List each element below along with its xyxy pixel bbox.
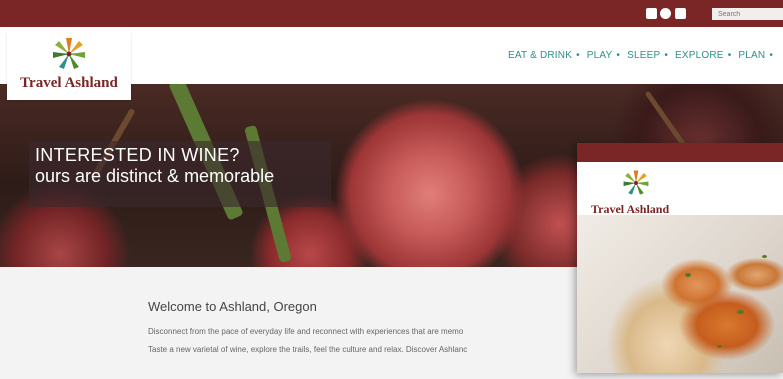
herb-garnish — [717, 345, 722, 348]
nav-item-explore[interactable]: EXPLORE — [675, 50, 724, 61]
hero-heading: INTERESTED IN WINE? — [35, 145, 240, 165]
nav-item-plan[interactable]: PLAN — [738, 50, 765, 61]
nav-item-play[interactable]: PLAY — [587, 50, 613, 61]
mobile-preview: Travel Ashland — [577, 143, 783, 373]
site-logo[interactable]: Travel Ashland — [7, 32, 131, 100]
intro-heading: Welcome to Ashland, Oregon — [148, 299, 317, 314]
main-nav: EAT & DRINK • PLAY • SLEEP • EXPLORE • PLAN • — [508, 50, 777, 61]
nav-separator: • — [769, 50, 774, 61]
nav-separator: • — [664, 50, 669, 61]
nav-separator: • — [616, 50, 621, 61]
herb-garnish — [737, 310, 744, 314]
starburst-logo-icon — [623, 170, 649, 195]
intro-paragraph-line: Disconnect from the pace of everyday lif… — [148, 327, 464, 336]
top-bar — [0, 0, 783, 27]
herb-garnish — [762, 255, 767, 258]
youtube-icon[interactable] — [675, 8, 686, 19]
facebook-icon[interactable] — [646, 8, 657, 19]
nav-separator: • — [727, 50, 732, 61]
instagram-icon[interactable] — [660, 8, 671, 19]
search-input[interactable] — [712, 8, 783, 20]
mobile-top-bar — [577, 143, 783, 162]
hero-subheading: ours are distinct & memorable — [35, 166, 275, 186]
mobile-logo[interactable]: Travel Ashland — [577, 162, 783, 216]
brand-name: Travel Ashland — [20, 75, 118, 91]
mobile-hero-image — [577, 215, 783, 373]
nav-item-eat-drink[interactable]: EAT & DRINK — [508, 50, 572, 61]
starburst-logo-icon — [53, 38, 85, 69]
nav-separator: • — [576, 50, 580, 61]
nav-item-sleep[interactable]: SLEEP — [627, 50, 660, 61]
intro-paragraph-line: Taste a new varietal of wine, explore th… — [148, 345, 468, 354]
herb-garnish — [685, 273, 691, 277]
